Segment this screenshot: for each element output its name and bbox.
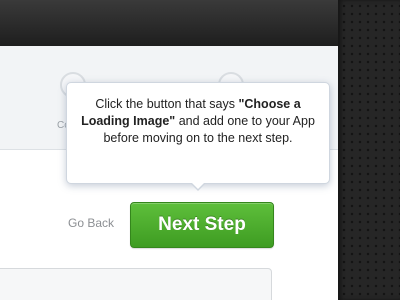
tooltip-pointer-fill xyxy=(191,182,205,189)
go-back-link[interactable]: Go Back xyxy=(68,216,114,230)
onboarding-tooltip: Click the button that says "Choose a Loa… xyxy=(66,82,330,184)
content-panel xyxy=(0,268,272,300)
side-texture-panel xyxy=(338,0,400,300)
tooltip-text: Click the button that says xyxy=(95,97,239,111)
next-step-button[interactable]: Next Step xyxy=(130,202,274,248)
